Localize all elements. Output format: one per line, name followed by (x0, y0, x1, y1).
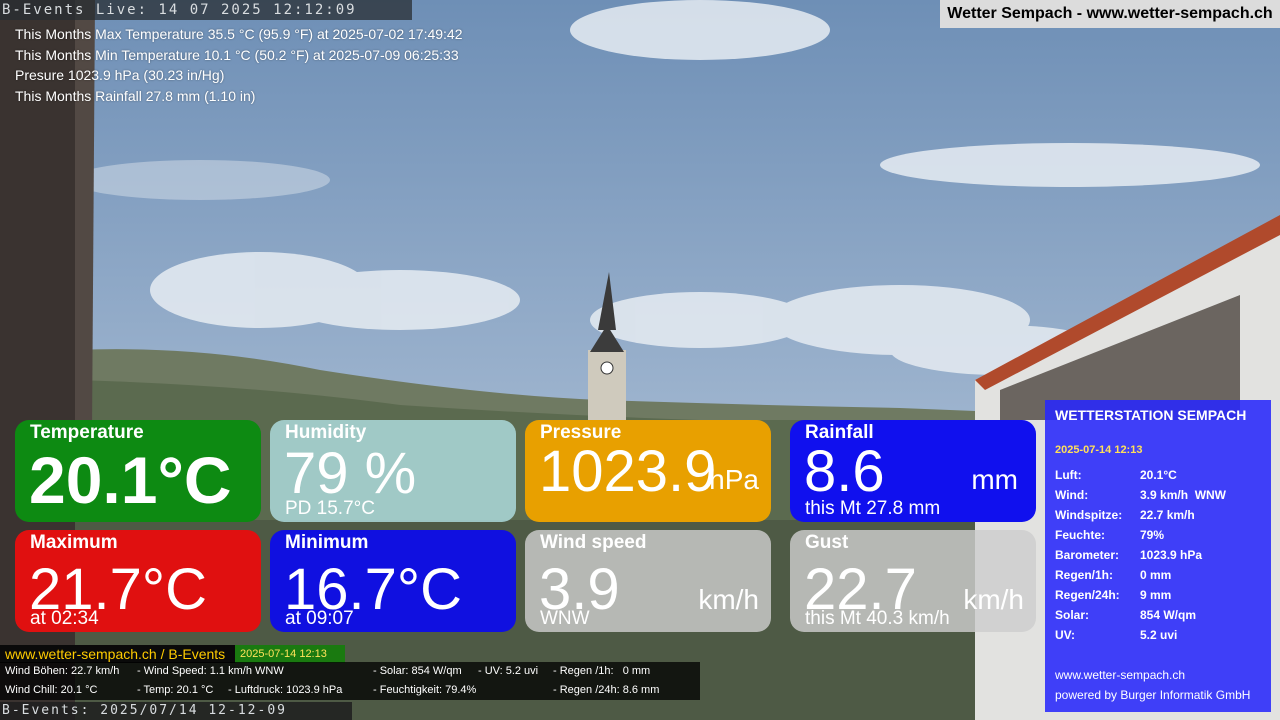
station-panel: WETTERSTATION SEMPACH 2025-07-14 12:13 L… (1045, 400, 1271, 712)
panel-row: Regen/1h: 0 mm (1055, 568, 1171, 582)
row-key: Barometer: (1055, 548, 1120, 562)
row-key: Windspitze: (1055, 508, 1123, 522)
row-value: 5.2 uvi (1140, 628, 1178, 642)
temperature-value: 20.1°C (29, 443, 232, 517)
rainfall-month: this Mt 27.8 mm (805, 498, 941, 519)
gust-month-max: this Mt 40.3 km/h (805, 608, 950, 629)
row-value: 854 W/qm (1140, 608, 1197, 622)
tile-label: Minimum (285, 532, 369, 553)
row-key: Solar: (1055, 608, 1090, 622)
site-title: Wetter Sempach - www.wetter-sempach.ch (940, 0, 1280, 28)
panel-row: Solar: 854 W/qm (1055, 608, 1196, 622)
temperature-tile: Temperature 20.1°C (15, 420, 261, 522)
bottom-live-timestamp: B-Events: 2025/07/14 12-12-09 (0, 702, 352, 720)
panel-row: Windspitze: 22.7 km/h (1055, 508, 1195, 522)
panel-row: UV: 5.2 uvi (1055, 628, 1177, 642)
row-key: Feuchte: (1055, 528, 1106, 542)
ticker-item: - Wind Speed: 1.1 km/h WNW (137, 665, 284, 677)
row-value: 79% (1140, 528, 1165, 542)
monthly-stats: This Months Max Temperature 35.5 °C (95.… (15, 24, 463, 106)
bottom-date: 2025-07-14 12:13 (235, 645, 345, 663)
live-timestamp-bar: B-Events Live: 14 07 2025 12:12:09 (0, 0, 412, 20)
row-key: Luft: (1055, 468, 1082, 482)
maximum-tile: Maximum 21.7°C at 02:34 (15, 530, 261, 632)
row-value: 22.7 km/h (1140, 508, 1195, 522)
rainfall-value: 8.6 (804, 439, 885, 504)
row-value: 3.9 km/h WNW (1140, 488, 1227, 502)
humidity-tile: Humidity 79 % PD 15.7°C (270, 420, 516, 522)
panel-row: Feuchte: 79% (1055, 528, 1164, 542)
panel-date: 2025-07-14 12:13 (1055, 444, 1143, 456)
ticker-item: - Temp: 20.1 °C (137, 684, 214, 696)
bottom-data-ticker: Wind Böhen: 22.7 km/h - Wind Speed: 1.1 … (0, 662, 700, 700)
pressure-tile: Pressure 1023.9 hPa (525, 420, 771, 522)
humidity-value: 79 % (284, 441, 417, 506)
ticker-item: Wind Chill: 20.1 °C (5, 684, 98, 696)
row-value: 20.1°C (1140, 468, 1177, 482)
gust-unit: km/h (963, 584, 1024, 615)
minimum-tile: Minimum 16.7°C at 09:07 (270, 530, 516, 632)
gust-tile: Gust 22.7 km/h this Mt 40.3 km/h (790, 530, 1036, 632)
row-key: Regen/24h: (1055, 588, 1120, 602)
maximum-time: at 02:34 (30, 608, 99, 629)
dew-point: PD 15.7°C (285, 498, 375, 519)
row-key: Regen/1h: (1055, 568, 1114, 582)
stat-rainfall: This Months Rainfall 27.8 mm (1.10 in) (15, 87, 256, 104)
panel-row: Regen/24h: 9 mm (1055, 588, 1171, 602)
panel-row: Luft: 20.1°C (1055, 468, 1177, 482)
ticker-item: - Regen /1h: 0 mm (553, 665, 651, 677)
minimum-time: at 09:07 (285, 608, 354, 629)
wind-speed-unit: km/h (698, 584, 759, 615)
stat-min-temp: This Months Min Temperature 10.1 °C (50.… (15, 46, 459, 63)
bottom-site-link[interactable]: www.wetter-sempach.ch / B-Events (0, 645, 235, 663)
tile-label: Wind speed (540, 532, 647, 553)
panel-website-link[interactable]: www.wetter-sempach.ch (1055, 668, 1185, 682)
wind-speed-tile: Wind speed 3.9 km/h WNW (525, 530, 771, 632)
row-value: 0 mm (1140, 568, 1172, 582)
panel-row: Wind: 3.9 km/h WNW (1055, 488, 1226, 502)
pressure-value: 1023.9 (539, 439, 717, 504)
tile-label: Gust (805, 532, 849, 553)
rainfall-unit: mm (971, 464, 1018, 495)
row-key: Wind: (1055, 488, 1089, 502)
wind-direction: WNW (540, 608, 590, 629)
ticker-item: - Solar: 854 W/qm (373, 665, 462, 677)
stat-pressure: Presure 1023.9 hPa (30.23 in/Hg) (15, 67, 225, 83)
row-value: 1023.9 hPa (1140, 548, 1203, 562)
pressure-unit: hPa (709, 464, 759, 495)
row-key: UV: (1055, 628, 1076, 642)
ticker-item: - Luftdruck: 1023.9 hPa (228, 684, 343, 696)
row-value: 9 mm (1140, 588, 1172, 602)
panel-powered-by: powered by Burger Informatik GmbH (1055, 688, 1251, 702)
stat-max-temp: This Months Max Temperature 35.5 °C (95.… (15, 26, 463, 42)
ticker-item: Wind Böhen: 22.7 km/h (5, 665, 120, 677)
panel-row: Barometer: 1023.9 hPa (1055, 548, 1202, 562)
ticker-item: - Feuchtigkeit: 79.4% (373, 684, 477, 696)
tile-label: Maximum (30, 532, 118, 553)
rainfall-tile: Rainfall 8.6 mm this Mt 27.8 mm (790, 420, 1036, 522)
tile-label: Temperature (30, 422, 144, 443)
ticker-item: - UV: 5.2 uvi (478, 665, 539, 677)
ticker-item: - Regen /24h: 8.6 mm (553, 684, 660, 696)
panel-title: WETTERSTATION SEMPACH (1055, 407, 1247, 423)
